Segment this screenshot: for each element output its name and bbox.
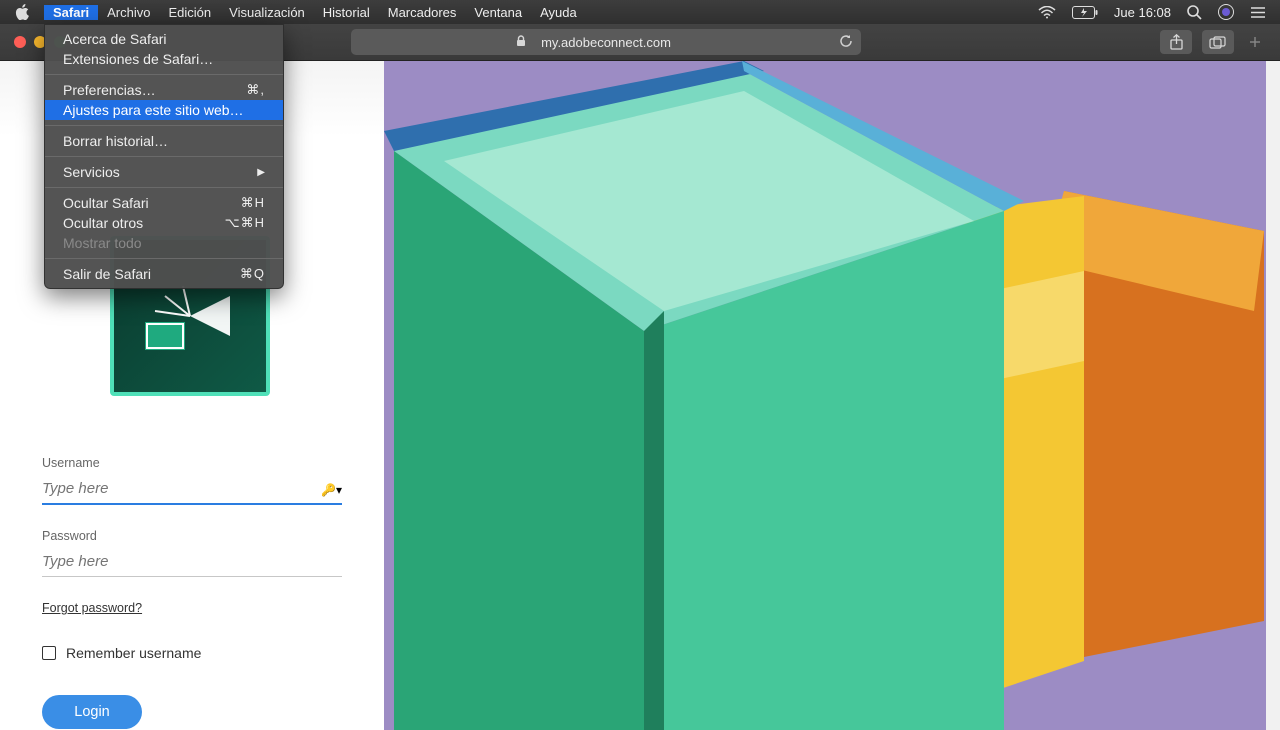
- spotlight-icon[interactable]: [1187, 5, 1202, 20]
- macos-menubar: SafariArchivoEdiciónVisualizaciónHistori…: [0, 0, 1280, 24]
- menuitem-ocultar-otros[interactable]: Ocultar otros⌥⌘H: [45, 213, 283, 233]
- remember-username-checkbox[interactable]: [42, 646, 56, 660]
- menuitem-salir-de-safari[interactable]: Salir de Safari⌘Q: [45, 264, 283, 284]
- remember-username-label: Remember username: [66, 645, 201, 661]
- battery-icon[interactable]: [1072, 6, 1098, 19]
- apple-menu[interactable]: [0, 4, 44, 20]
- menuitem-servicios[interactable]: Servicios▶: [45, 162, 283, 182]
- menu-edición[interactable]: Edición: [160, 5, 221, 20]
- forgot-password-link[interactable]: Forgot password?: [42, 601, 342, 615]
- address-bar[interactable]: my.adobeconnect.com: [351, 29, 861, 55]
- menuitem-extensiones-de-safari[interactable]: Extensiones de Safari…: [45, 49, 283, 69]
- menuitem-preferencias[interactable]: Preferencias…⌘,: [45, 80, 283, 100]
- username-input[interactable]: [42, 476, 342, 505]
- close-window-button[interactable]: [14, 36, 26, 48]
- login-button[interactable]: Login: [42, 695, 142, 729]
- hero-artwork: [384, 61, 1280, 730]
- menu-archivo[interactable]: Archivo: [98, 5, 159, 20]
- menuitem-acerca-de-safari[interactable]: Acerca de Safari: [45, 29, 283, 49]
- safari-menu-dropdown: Acerca de SafariExtensiones de Safari… Pr…: [44, 24, 284, 289]
- menuitem-mostrar-todo: Mostrar todo: [45, 233, 283, 253]
- menu-visualización[interactable]: Visualización: [220, 5, 314, 20]
- menu-ayuda[interactable]: Ayuda: [531, 5, 586, 20]
- password-autofill-icon[interactable]: 🔑▾: [321, 483, 342, 497]
- menu-ventana[interactable]: Ventana: [465, 5, 531, 20]
- menuitem-ajustes-para-este-sitio-web[interactable]: Ajustes para este sitio web…: [45, 100, 283, 120]
- menu-safari[interactable]: Safari: [44, 5, 98, 20]
- address-bar-url: my.adobeconnect.com: [541, 35, 671, 50]
- share-button[interactable]: [1160, 30, 1192, 54]
- lock-icon: [516, 35, 526, 50]
- new-tab-button[interactable]: [1244, 30, 1266, 54]
- menubar-status-area: Jue 16:08: [1038, 4, 1280, 20]
- password-input[interactable]: [42, 549, 342, 577]
- menubar-clock[interactable]: Jue 16:08: [1114, 5, 1171, 20]
- password-label: Password: [42, 529, 342, 543]
- reload-icon[interactable]: [839, 34, 853, 51]
- wifi-icon[interactable]: [1038, 6, 1056, 19]
- menu-marcadores[interactable]: Marcadores: [379, 5, 466, 20]
- menuitem-borrar-historial[interactable]: Borrar historial…: [45, 131, 283, 151]
- menu-historial[interactable]: Historial: [314, 5, 379, 20]
- siri-icon[interactable]: [1218, 4, 1234, 20]
- show-tabs-button[interactable]: [1202, 30, 1234, 54]
- notification-center-icon[interactable]: [1250, 6, 1266, 19]
- username-label: Username: [42, 456, 342, 470]
- menuitem-ocultar-safari[interactable]: Ocultar Safari⌘H: [45, 193, 283, 213]
